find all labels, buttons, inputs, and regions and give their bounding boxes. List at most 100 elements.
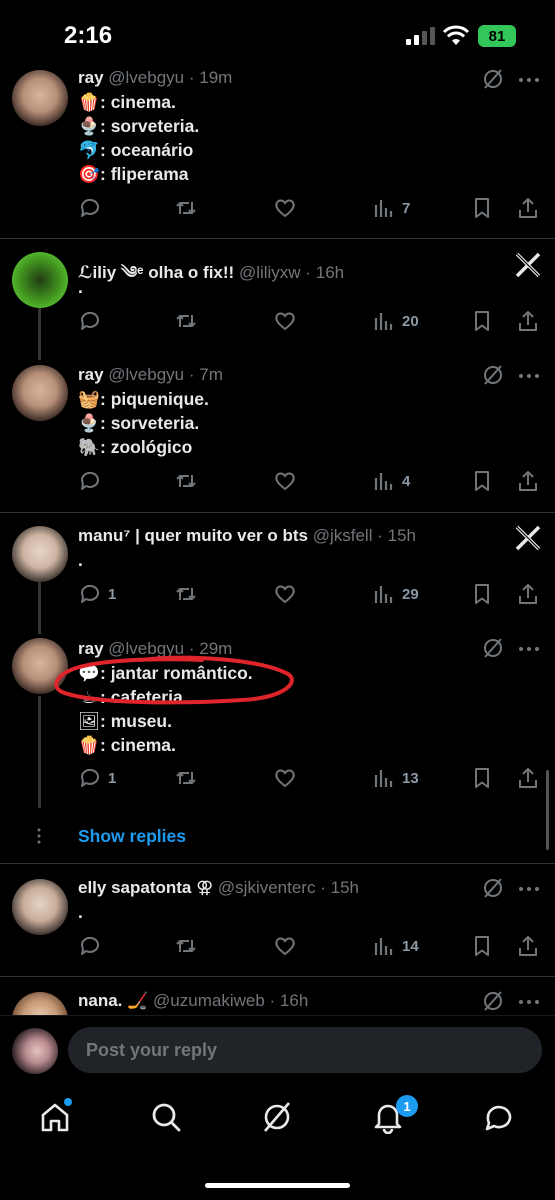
timestamp[interactable]: 16h — [316, 263, 344, 282]
display-name[interactable]: ℒiliy ༄ᵉ olha o fix!! — [78, 263, 234, 282]
share-button[interactable] — [516, 308, 540, 334]
handle[interactable]: @lvebgyu — [108, 365, 184, 384]
reply-button[interactable] — [78, 308, 102, 334]
more-options-icon[interactable] — [517, 992, 541, 1012]
x-logo-icon[interactable] — [514, 524, 542, 552]
handle[interactable]: @uzumakiweb — [153, 991, 265, 1010]
avatar[interactable] — [12, 638, 68, 694]
bookmark-button[interactable] — [470, 195, 494, 221]
handle[interactable]: @lvebgyu — [108, 639, 184, 658]
display-name[interactable]: manu⁷ | quer muito ver o bts — [78, 526, 308, 545]
share-button[interactable] — [516, 581, 540, 607]
repost-button[interactable] — [174, 933, 198, 959]
like-button[interactable] — [273, 308, 297, 334]
display-name[interactable]: nana. 🏒 — [78, 991, 148, 1010]
views-button[interactable]: 4 — [372, 468, 410, 494]
more-options-icon[interactable] — [517, 879, 541, 899]
views-count: 7 — [402, 199, 411, 217]
share-button[interactable] — [516, 933, 540, 959]
reply-icon — [80, 936, 99, 955]
timestamp[interactable]: 19m — [199, 68, 232, 87]
grok-icon[interactable] — [482, 877, 504, 899]
text-line: . — [78, 277, 83, 297]
current-user-avatar[interactable] — [12, 1028, 58, 1074]
grok-icon[interactable] — [482, 364, 504, 386]
tweet-text: . — [78, 900, 83, 924]
reply-input[interactable]: Post your reply — [68, 1027, 542, 1073]
reply-button[interactable] — [78, 933, 102, 959]
repost-button[interactable] — [174, 195, 198, 221]
repost-button[interactable] — [174, 468, 198, 494]
reply-icon — [80, 768, 99, 787]
display-name[interactable]: elly sapatonta ⚢ — [78, 878, 213, 897]
handle[interactable]: @liliyxw — [239, 263, 301, 282]
bookmark-button[interactable] — [470, 933, 494, 959]
like-button[interactable] — [273, 765, 297, 791]
avatar[interactable] — [12, 252, 68, 308]
share-button[interactable] — [516, 195, 540, 221]
thread-line — [38, 582, 41, 634]
avatar[interactable] — [12, 70, 68, 126]
more-options-icon[interactable] — [517, 70, 541, 90]
share-button[interactable] — [516, 765, 540, 791]
share-icon — [519, 311, 537, 331]
repost-button[interactable] — [174, 581, 198, 607]
reply-button[interactable]: 1 — [78, 765, 116, 791]
avatar[interactable] — [12, 879, 68, 935]
text-line: 🍿: cinema. — [78, 735, 176, 755]
reply-button[interactable]: 1 — [78, 581, 116, 607]
grok-icon[interactable] — [482, 68, 504, 90]
views-count: 4 — [402, 472, 411, 490]
bookmark-button[interactable] — [470, 765, 494, 791]
handle[interactable]: @lvebgyu — [108, 68, 184, 87]
views-button[interactable]: 29 — [372, 581, 419, 607]
bookmark-button[interactable] — [470, 468, 494, 494]
handle[interactable]: @jksfell — [313, 526, 373, 545]
tweet-text: 🧺: piquenique. 🍨: sorveteria. 🐘: zoológi… — [78, 387, 209, 459]
clock: 2:16 — [64, 22, 113, 49]
grok-tab-icon[interactable] — [260, 1100, 294, 1134]
like-button[interactable] — [273, 468, 297, 494]
bookmark-icon — [475, 311, 489, 331]
reply-button[interactable] — [78, 468, 102, 494]
views-button[interactable]: 13 — [372, 765, 419, 791]
display-name[interactable]: ray — [78, 639, 104, 658]
timestamp[interactable]: 15h — [331, 878, 359, 897]
search-icon[interactable] — [149, 1100, 183, 1134]
divider — [0, 976, 555, 977]
timestamp[interactable]: 29m — [199, 639, 232, 658]
more-options-icon[interactable] — [517, 639, 541, 659]
more-options-icon[interactable] — [517, 366, 541, 386]
bookmark-icon — [475, 198, 489, 218]
display-name[interactable]: ray — [78, 365, 104, 384]
views-icon — [374, 586, 393, 603]
views-button[interactable]: 14 — [372, 933, 419, 959]
timestamp[interactable]: 15h — [388, 526, 416, 545]
share-button[interactable] — [516, 468, 540, 494]
divider — [0, 863, 555, 864]
repost-button[interactable] — [174, 308, 198, 334]
like-button[interactable] — [273, 933, 297, 959]
bookmark-button[interactable] — [470, 308, 494, 334]
handle[interactable]: @sjkiventerc — [218, 878, 316, 897]
reply-composer: Post your reply — [0, 1015, 555, 1085]
grok-icon[interactable] — [482, 990, 504, 1012]
views-button[interactable]: 20 — [372, 308, 419, 334]
avatar[interactable] — [12, 526, 68, 582]
bookmark-button[interactable] — [470, 581, 494, 607]
timestamp[interactable]: 7m — [199, 365, 223, 384]
x-logo-icon[interactable] — [514, 251, 542, 279]
show-replies-link[interactable]: Show replies — [78, 826, 186, 847]
repost-button[interactable] — [174, 765, 198, 791]
like-button[interactable] — [273, 195, 297, 221]
display-name[interactable]: ray — [78, 68, 104, 87]
avatar[interactable] — [12, 365, 68, 421]
views-button[interactable]: 7 — [372, 195, 410, 221]
messages-icon[interactable] — [482, 1100, 516, 1134]
like-button[interactable] — [273, 581, 297, 607]
timestamp[interactable]: 16h — [280, 991, 308, 1010]
grok-icon[interactable] — [482, 637, 504, 659]
scrollbar[interactable] — [546, 770, 549, 850]
reply-button[interactable] — [78, 195, 102, 221]
home-indicator — [205, 1183, 350, 1188]
